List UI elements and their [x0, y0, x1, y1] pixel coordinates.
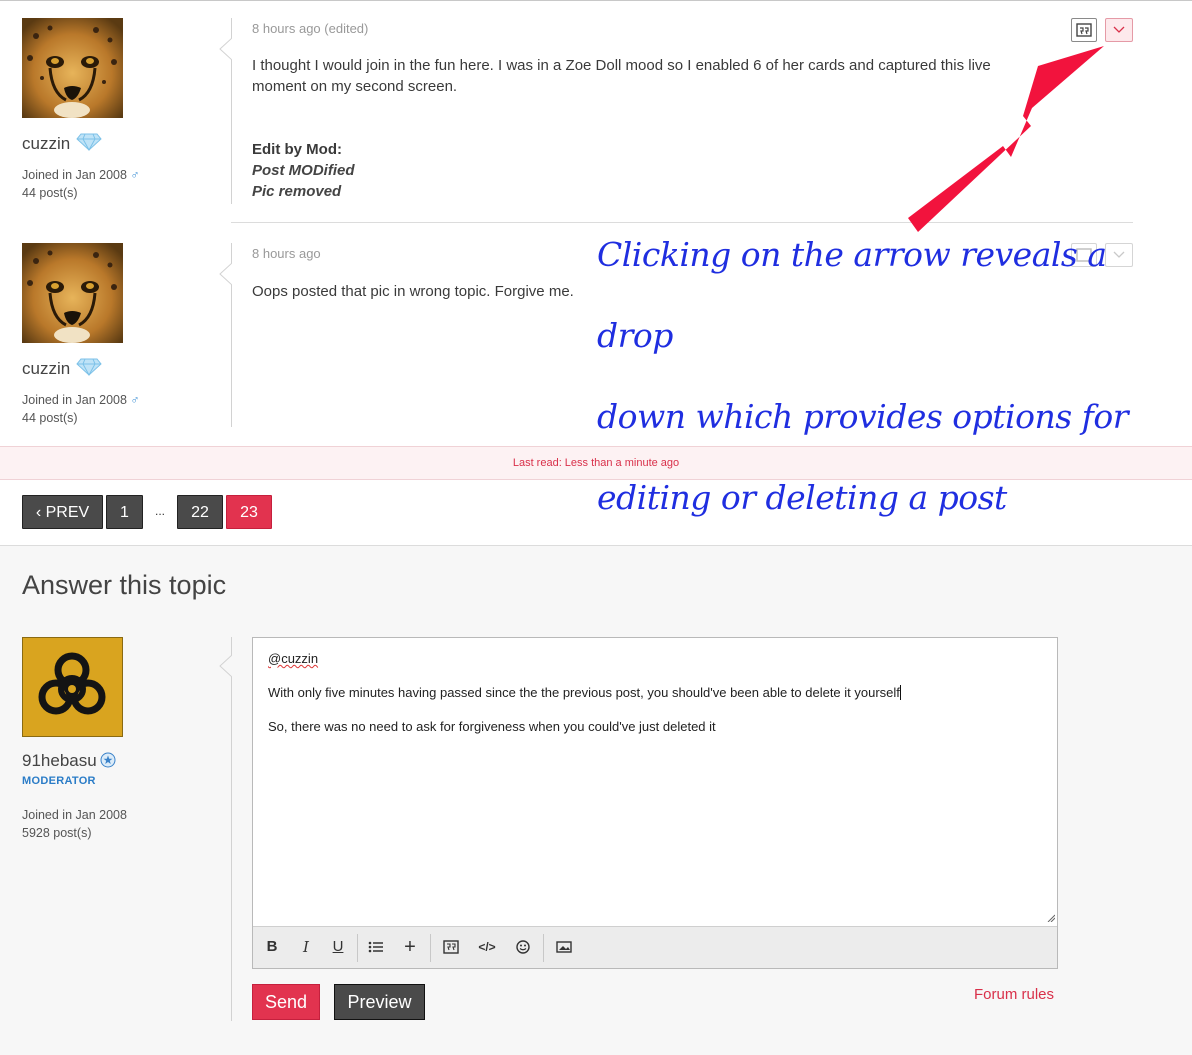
speech-notch: [219, 263, 232, 285]
editor-toolbar: B I U + </>: [253, 926, 1057, 968]
username[interactable]: 91hebasu: [22, 751, 116, 771]
code-icon[interactable]: </>: [476, 936, 498, 958]
forum-rules-link[interactable]: Forum rules: [974, 986, 1054, 1003]
annotation-line: editing or deleting a post: [597, 478, 1007, 517]
username[interactable]: cuzzin: [22, 133, 102, 154]
speech-notch: [219, 655, 232, 677]
answer-divider-line: [231, 637, 232, 1021]
username-text[interactable]: 91hebasu: [22, 751, 97, 770]
emoji-icon[interactable]: [512, 936, 534, 958]
post-count: 5928 post(s): [22, 826, 92, 840]
prev-label: PREV: [45, 504, 90, 521]
annotation-line: down which provides options for: [597, 397, 1129, 436]
page-22-button[interactable]: 22: [177, 495, 223, 529]
mod-note-line: Pic removed: [252, 183, 342, 200]
user-meta: Joined in Jan 2008 5928 post(s): [22, 806, 127, 842]
mod-note-line: Post MODified: [252, 162, 355, 179]
answer-title: Answer this topic: [22, 570, 227, 600]
text-caret: [899, 685, 901, 700]
quote-button[interactable]: [1071, 18, 1097, 42]
page-1-button[interactable]: 1: [106, 495, 143, 529]
mod-note-title: Edit by Mod:: [252, 141, 342, 158]
page-23-current[interactable]: 23: [226, 495, 272, 529]
editor-line: So, there was no need to ask for forgive…: [268, 719, 716, 734]
user-meta: Joined in Jan 2008 ♂ 44 post(s): [22, 166, 139, 202]
user-meta: Joined in Jan 2008 ♂ 44 post(s): [22, 391, 139, 427]
username[interactable]: cuzzin: [22, 358, 102, 379]
pagination-ellipsis: ...: [154, 504, 165, 518]
image-icon[interactable]: [553, 936, 575, 958]
diamond-icon: [76, 133, 102, 152]
speech-notch: [219, 38, 232, 60]
editor-line: With only five minutes having passed sin…: [268, 685, 900, 700]
add-icon[interactable]: +: [399, 936, 421, 958]
diamond-icon: [76, 358, 102, 377]
male-icon: ♂: [130, 393, 140, 407]
moderator-avatar[interactable]: [22, 637, 123, 737]
prev-page-button[interactable]: ‹ PREV: [22, 495, 103, 529]
chevron-down-icon: [1113, 26, 1125, 33]
post-timestamp: 8 hours ago: [252, 246, 321, 261]
moderator-badge: MODERATOR: [22, 775, 96, 787]
list-icon[interactable]: [365, 936, 387, 958]
annotation-text: Clicking on the arrow reveals a drop dow…: [597, 214, 1157, 538]
joined-date: Joined in Jan 2008: [22, 168, 127, 182]
annotation-line: Clicking on the arrow reveals a drop: [597, 235, 1107, 355]
quote-icon: [1076, 23, 1092, 37]
post-body: Oops posted that pic in wrong topic. For…: [252, 283, 574, 300]
preview-button[interactable]: Preview: [334, 984, 425, 1020]
post-body: I thought I would join in the fun here. …: [252, 57, 991, 95]
moderator-star-icon: [100, 752, 116, 768]
username-text[interactable]: cuzzin: [22, 359, 70, 378]
toolbar-separator: [543, 934, 544, 962]
reply-editor[interactable]: @cuzzin With only five minutes having pa…: [252, 637, 1058, 969]
send-button[interactable]: Send: [252, 984, 320, 1020]
joined-date: Joined in Jan 2008: [22, 393, 127, 407]
toolbar-separator: [357, 934, 358, 962]
user-avatar[interactable]: [22, 243, 123, 343]
post-count: 44 post(s): [22, 186, 78, 200]
underline-icon[interactable]: U: [327, 936, 349, 958]
male-icon: ♂: [130, 168, 140, 182]
post-count: 44 post(s): [22, 411, 78, 425]
user-avatar[interactable]: [22, 18, 123, 118]
mod-edit-note: Edit by Mod: Post MODified Pic removed: [252, 139, 355, 202]
reply-textarea[interactable]: @cuzzin With only five minutes having pa…: [268, 650, 1038, 752]
post-timestamp: 8 hours ago (edited): [252, 21, 369, 36]
username-text[interactable]: cuzzin: [22, 134, 70, 153]
post-options-dropdown-button[interactable]: [1105, 18, 1133, 42]
editor-line: @cuzzin: [268, 651, 319, 666]
toolbar-separator: [430, 934, 431, 962]
chevron-left-icon: ‹: [35, 504, 46, 521]
resize-handle-icon[interactable]: [1047, 914, 1055, 922]
bold-icon[interactable]: B: [261, 936, 283, 958]
top-border: [0, 0, 1192, 3]
joined-date: Joined in Jan 2008: [22, 808, 127, 822]
italic-icon[interactable]: I: [295, 936, 317, 958]
quote-icon[interactable]: [440, 936, 462, 958]
